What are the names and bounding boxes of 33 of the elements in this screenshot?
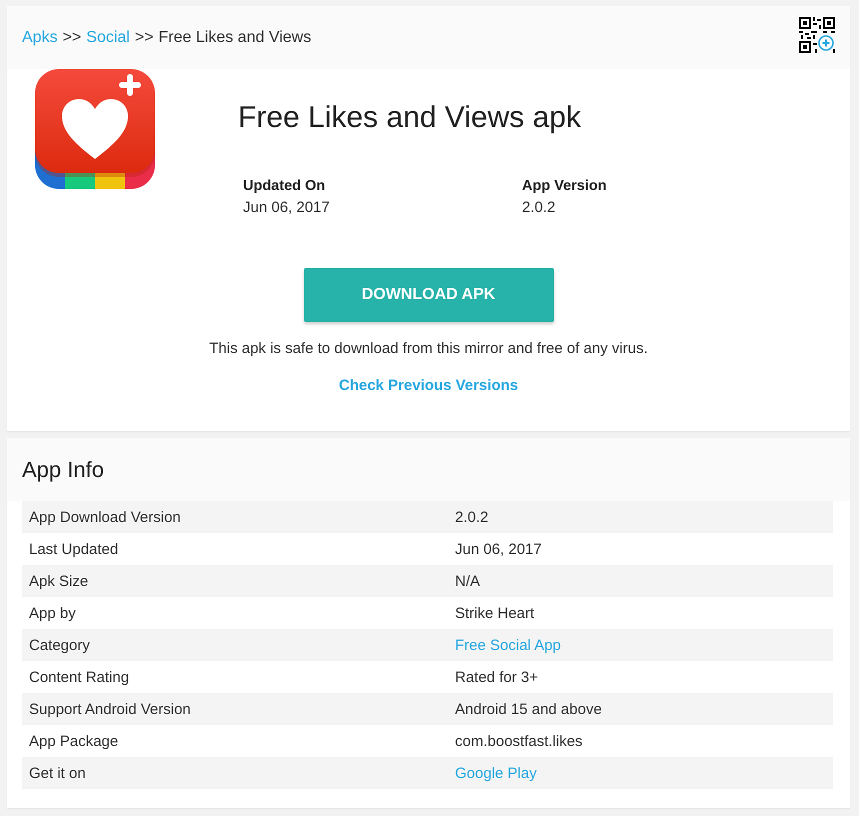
fact-value: Jun 06, 2017 [243,198,331,218]
table-cell: App by [22,597,448,629]
breadcrumb-separator: >> [134,28,154,48]
download-button[interactable]: DOWNLOAD APK [304,268,554,322]
table-cell: Strike Heart [448,597,833,629]
value-link[interactable]: Free Social App [455,636,561,654]
table-cell: App Package [22,725,448,757]
breadcrumb-separator: >> [62,28,82,48]
table-cell: Content Rating [22,661,448,693]
qr-code-icon[interactable] [799,17,835,53]
breadcrumb-current: Free Likes and Views [158,28,312,48]
table-cell: 2.0.2 [448,501,833,533]
fact-label: Updated On [243,177,326,196]
table-cell: Android 15 and above [448,693,833,725]
breadcrumb-link[interactable]: Apks [22,26,58,48]
table-cell: Support Android Version [22,693,448,725]
table-cell: Rated for 3+ [448,661,833,693]
table-cell: N/A [448,565,833,597]
table-cell: Get it on [22,757,448,789]
safety-note: This apk is safe to download from this mirror and free of any virus. [208,339,649,359]
table-cell: Jun 06, 2017 [448,533,833,565]
previous-versions-link[interactable]: Check Previous Versions [338,377,518,394]
app-title: Free Likes and Views apk [238,100,582,136]
value-link[interactable]: Google Play [455,764,537,782]
fact-label: App Version [522,177,607,196]
table-cell: Category [22,629,448,661]
table-cell: Apk Size [22,565,448,597]
table-cell: App Download Version [22,501,448,533]
table-cell: Last Updated [22,533,448,565]
fact-value: 2.0.2 [522,198,556,218]
breadcrumb-link[interactable]: Social [86,26,130,48]
section-title: App Info [22,456,104,484]
table-cell: com.boostfast.likes [448,725,833,757]
